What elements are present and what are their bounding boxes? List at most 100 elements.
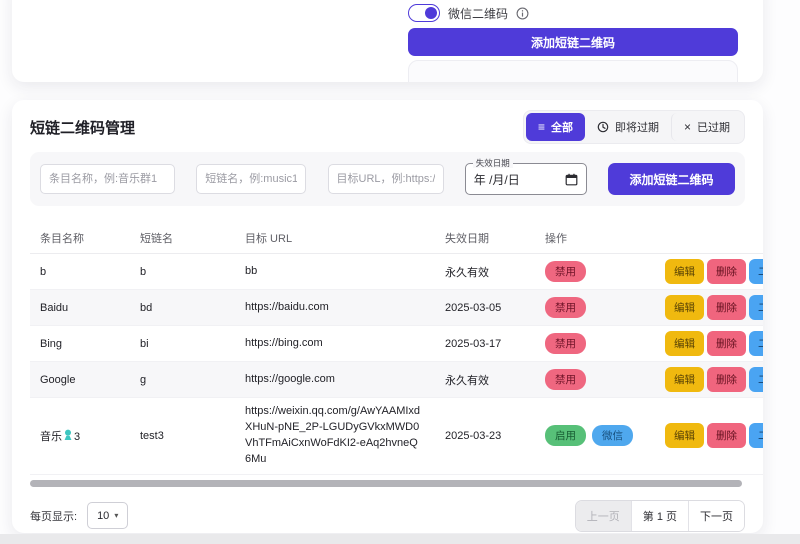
actions-cell: 编辑删除二维码 <box>655 295 763 320</box>
status-badge[interactable]: 禁用 <box>545 261 586 282</box>
table-row: Baidubdhttps://baidu.com2025-03-05 禁用 编辑删除… <box>30 290 763 326</box>
expiry-date-cell: 永久有效 <box>435 372 535 388</box>
filter-label: 即将过期 <box>615 119 659 135</box>
per-page-label: 每页显示: <box>30 508 77 524</box>
col-header-actions: 操作 <box>535 230 655 246</box>
per-page-control: 每页显示: 10 ▾ <box>30 502 128 529</box>
filter-all[interactable]: ≡ 全部 <box>526 113 585 141</box>
chevron-down-icon: ▾ <box>114 511 118 520</box>
edit-button[interactable]: 编辑 <box>665 331 704 356</box>
calendar-icon <box>565 173 578 186</box>
expiry-date-input[interactable]: 失效日期 年 /月/日 <box>465 163 587 195</box>
page-bottom-strip <box>0 534 800 544</box>
plant-icon <box>63 429 73 441</box>
target-url-cell: https://baidu.com <box>235 294 435 322</box>
target-url-cell: https://google.com <box>235 366 435 394</box>
status-badge[interactable]: 禁用 <box>545 333 586 354</box>
prev-page-button[interactable]: 上一页 <box>576 501 631 531</box>
filter-expiring[interactable]: 即将过期 <box>585 113 671 141</box>
delete-button[interactable]: 删除 <box>707 423 746 448</box>
actions-cell: 编辑删除二维码 <box>655 423 763 448</box>
entry-name-input[interactable] <box>40 164 175 194</box>
shortlink-manager-card: 短链二维码管理 ≡全部即将过期×已过期 失效日期 年 /月/日 添加短链二维码 … <box>12 100 763 533</box>
edit-button[interactable]: 编辑 <box>665 423 704 448</box>
delete-button[interactable]: 删除 <box>707 259 746 284</box>
entry-name-cell: Baidu <box>30 302 130 314</box>
wechat-tag-badge: 微信 <box>592 425 633 446</box>
add-shortlink-qr-button[interactable]: 添加短链二维码 <box>608 163 735 195</box>
info-icon[interactable] <box>516 7 529 20</box>
qr-code-button[interactable]: 二维码 <box>749 423 763 448</box>
col-header-entry-name: 条目名称 <box>30 230 130 246</box>
target-url-input[interactable] <box>328 164 444 194</box>
current-page-indicator: 第 1 页 <box>631 501 688 531</box>
list-icon: ≡ <box>538 121 545 133</box>
expiry-date-cell: 2025-03-05 <box>435 302 535 314</box>
pagination: 上一页 第 1 页 下一页 <box>575 500 745 532</box>
filter-expired[interactable]: × 已过期 <box>671 113 742 141</box>
add-shortlink-qr-button-top[interactable]: 添加短链二维码 <box>408 28 738 56</box>
filter-label: 全部 <box>551 119 573 135</box>
col-header-target-url: 目标 URL <box>235 230 435 246</box>
clock-icon <box>597 121 609 133</box>
entry-name-cell: Google <box>30 374 130 386</box>
qr-code-button[interactable]: 二维码 <box>749 331 763 356</box>
edit-button[interactable]: 编辑 <box>665 259 704 284</box>
page: 微信二维码 添加短链二维码 短链二维码管理 ≡全部即将过期×已过期 失效日期 年… <box>0 0 800 544</box>
target-url-cell: bb <box>235 258 435 286</box>
qr-code-button[interactable]: 二维码 <box>749 367 763 392</box>
expiry-date-label: 失效日期 <box>473 158 513 168</box>
per-page-select[interactable]: 10 ▾ <box>87 502 128 529</box>
next-page-button[interactable]: 下一页 <box>688 501 744 531</box>
target-url-cell: https://bing.com <box>235 330 435 358</box>
card-header: 短链二维码管理 ≡全部即将过期×已过期 <box>30 112 745 142</box>
add-qr-card: 微信二维码 添加短链二维码 <box>12 0 763 82</box>
status-cell: 禁用 <box>535 297 655 318</box>
delete-button[interactable]: 删除 <box>707 295 746 320</box>
entry-name-cell: b <box>30 266 130 278</box>
col-header-short-name: 短链名 <box>130 230 235 246</box>
edit-button[interactable]: 编辑 <box>665 295 704 320</box>
qr-code-button[interactable]: 二维码 <box>749 295 763 320</box>
status-cell: 禁用 <box>535 333 655 354</box>
expiry-date-cell: 永久有效 <box>435 264 535 280</box>
status-cell: 禁用 <box>535 369 655 390</box>
qr-code-button[interactable]: 二维码 <box>749 259 763 284</box>
status-cell: 禁用 <box>535 261 655 282</box>
close-icon: × <box>684 121 691 133</box>
expiry-date-value: 年 /月/日 <box>474 171 520 188</box>
target-url-cell: https://weixin.qq.com/g/AwYAAMIxdXHuN-pN… <box>235 398 435 474</box>
filter-panel: 失效日期 年 /月/日 添加短链二维码 <box>30 152 745 206</box>
entry-name-cell: 音乐3 <box>30 428 130 444</box>
status-badge[interactable]: 禁用 <box>545 297 586 318</box>
edit-button[interactable]: 编辑 <box>665 367 704 392</box>
short-name-cell: b <box>130 266 235 278</box>
delete-button[interactable]: 删除 <box>707 331 746 356</box>
toggle-knob <box>425 7 437 19</box>
expiry-date-cell: 2025-03-23 <box>435 430 535 442</box>
col-header-expiry: 失效日期 <box>435 230 535 246</box>
shortlink-table: 条目名称 短链名 目标 URL 失效日期 操作 bbbb永久有效禁用编辑删除二维… <box>30 222 763 475</box>
status-cell: 启用微信 <box>535 425 655 446</box>
filter-segments: ≡ 全部 即将过期 × 已过期 <box>523 110 745 144</box>
entry-name-cell: Bing <box>30 338 130 350</box>
short-name-cell: bd <box>130 302 235 314</box>
wechat-qr-toggle[interactable] <box>408 4 440 22</box>
filter-label: 已过期 <box>697 119 730 135</box>
wechat-toggle-label: 微信二维码 <box>448 5 508 22</box>
table-footer: 每页显示: 10 ▾ 上一页 第 1 页 下一页 <box>30 500 745 532</box>
table-row: bbbb永久有效禁用编辑删除二维码 <box>30 254 763 290</box>
short-name-input[interactable] <box>196 164 306 194</box>
expiry-date-cell: 2025-03-17 <box>435 338 535 350</box>
actions-cell: 编辑删除二维码 <box>655 331 763 356</box>
status-badge[interactable]: 启用 <box>545 425 586 446</box>
horizontal-scrollbar[interactable] <box>30 480 742 487</box>
wechat-toggle-row: 微信二维码 <box>408 4 529 22</box>
short-name-cell: g <box>130 374 235 386</box>
delete-button[interactable]: 删除 <box>707 367 746 392</box>
status-badge[interactable]: 禁用 <box>545 369 586 390</box>
actions-cell: 编辑删除二维码 <box>655 259 763 284</box>
table-header-row: 条目名称 短链名 目标 URL 失效日期 操作 <box>30 222 763 254</box>
per-page-value: 10 <box>97 510 109 522</box>
short-name-cell: bi <box>130 338 235 350</box>
